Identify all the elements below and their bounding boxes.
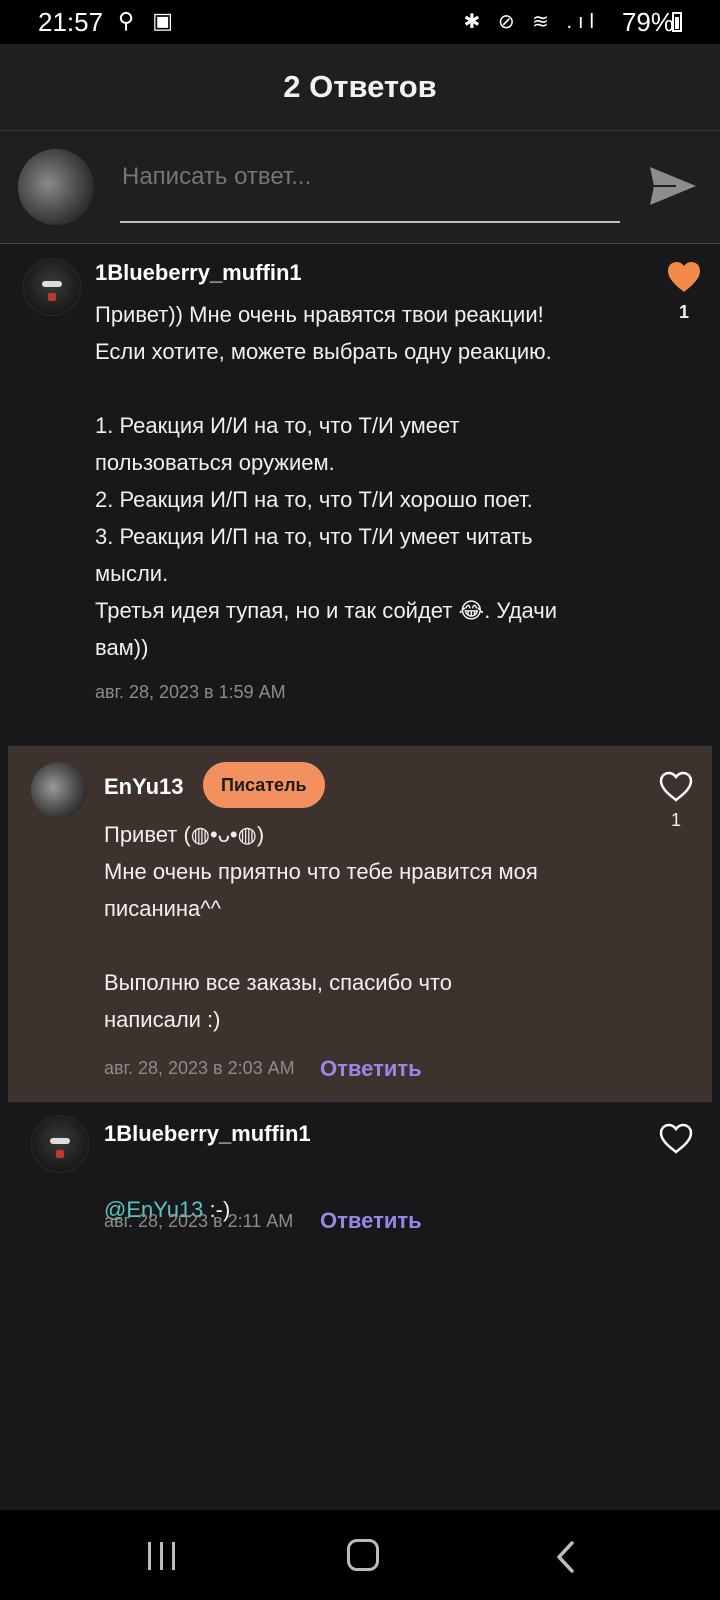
heart-icon[interactable] [666,260,702,294]
like-count: 1 [670,810,681,830]
comment-timestamp: авг. 28, 2023 в 2:03 AM [104,1058,295,1078]
page-title: 2 Ответов [0,44,720,131]
avatar[interactable] [31,762,87,818]
input-underline [120,221,620,223]
status-bar: 21:57 ⚲ ▣ ✱ ⊘ ≋ .ıl 79% [0,0,720,44]
back-icon[interactable] [552,1540,582,1574]
reply-input[interactable] [120,155,624,199]
reply-button[interactable]: Ответить [320,1056,422,1082]
comment-item-highlighted: EnYu13 Писатель Привет (◍•ᴗ•◍) Мне очень… [8,746,712,1102]
like-count: 1 [678,302,689,322]
current-user-avatar [18,149,94,225]
comment-text: Привет (◍•ᴗ•◍) Мне очень приятно что теб… [104,822,538,1032]
comment-timestamp: авг. 28, 2023 в 1:59 AM [95,682,286,702]
reply-composer [0,131,720,244]
comment-username[interactable]: EnYu13 [104,774,183,800]
comment-timestamp: авг. 28, 2023 в 2:11 AM [104,1211,294,1231]
avatar[interactable] [31,1115,89,1173]
comment-username[interactable]: 1Blueberry_muffin1 [104,1121,311,1147]
comment-item: 1Blueberry_muffin1 Привет)) Мне очень нр… [0,244,720,744]
system-nav-bar [0,1510,720,1600]
comment-username[interactable]: 1Blueberry_muffin1 [95,260,302,286]
reply-button[interactable]: Ответить [320,1208,422,1234]
comment-text: Привет)) Мне очень нравятся твои реакции… [95,302,558,660]
avatar[interactable] [23,258,81,316]
comment-item: 1Blueberry_muffin1 @EnYu13 :-) авг. 28, … [0,1110,720,1260]
heart-icon[interactable] [658,1122,694,1156]
battery-percent: 79% [621,7,674,37]
writer-badge: Писатель [203,762,325,808]
home-icon[interactable] [347,1539,379,1571]
heart-icon[interactable] [658,770,694,804]
send-icon[interactable] [646,159,700,213]
status-time: 21:57 [38,7,104,37]
recent-apps-icon[interactable] [146,1542,180,1572]
system-status-icons: ✱ ⊘ ≋ .ıl [463,11,600,33]
battery-icon [672,12,682,32]
notification-icons: ⚲ ▣ [118,8,180,33]
